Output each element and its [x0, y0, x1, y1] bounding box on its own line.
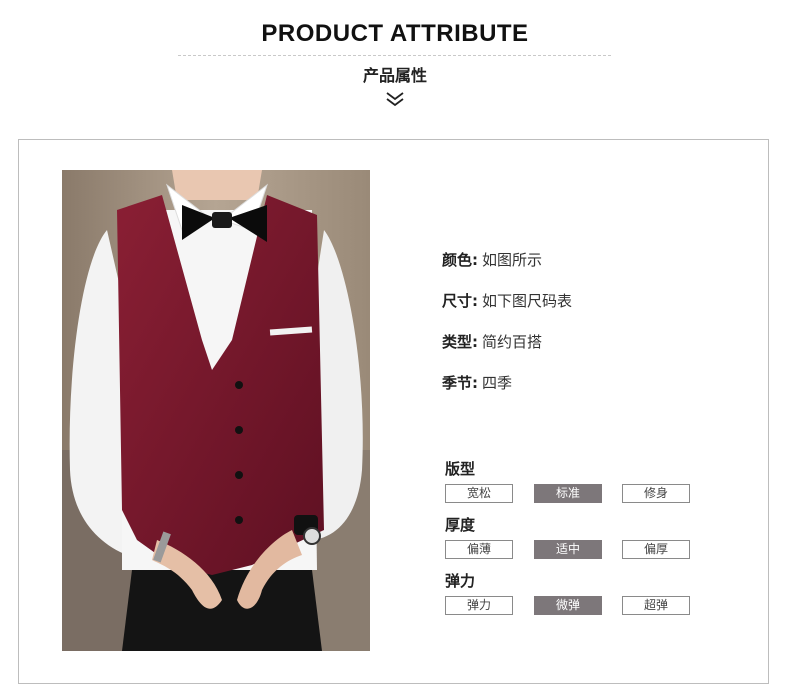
attribute-value: 四季 [482, 374, 513, 392]
product-photo [62, 170, 370, 651]
section-title-en: PRODUCT ATTRIBUTE [261, 20, 529, 47]
option-fit-loose: 宽松 [445, 484, 513, 503]
option-thickness-medium: 适中 [534, 540, 602, 559]
attribute-value: 简约百搭 [482, 333, 543, 351]
attribute-size: 尺寸: 如下图尺码表 [442, 290, 572, 311]
option-elasticity-stretch: 弹力 [445, 596, 513, 615]
attribute-value: 如图所示 [482, 251, 543, 269]
attribute-type: 类型: 简约百搭 [442, 331, 542, 352]
option-elasticity-slight: 微弹 [534, 596, 602, 615]
attribute-value: 如下图尺码表 [482, 292, 573, 310]
attribute-label: 颜色: [442, 251, 478, 269]
option-thickness-thin: 偏薄 [445, 540, 513, 559]
attribute-label: 尺寸: [442, 292, 478, 310]
attribute-season: 季节: 四季 [442, 372, 512, 393]
double-chevron-down-icon [386, 92, 404, 107]
attribute-color: 颜色: 如图所示 [442, 249, 542, 270]
attribute-label: 季节: [442, 374, 478, 392]
group-title-elasticity: 弹力 [445, 572, 476, 590]
option-thickness-thick: 偏厚 [622, 540, 690, 559]
section-title-cn: 产品属性 [362, 66, 427, 85]
title-divider [178, 55, 611, 56]
group-title-thickness: 厚度 [445, 516, 476, 534]
option-fit-standard: 标准 [534, 484, 602, 503]
option-fit-slim: 修身 [622, 484, 690, 503]
option-elasticity-super: 超弹 [622, 596, 690, 615]
group-title-fit: 版型 [445, 460, 476, 478]
attribute-label: 类型: [442, 333, 478, 351]
